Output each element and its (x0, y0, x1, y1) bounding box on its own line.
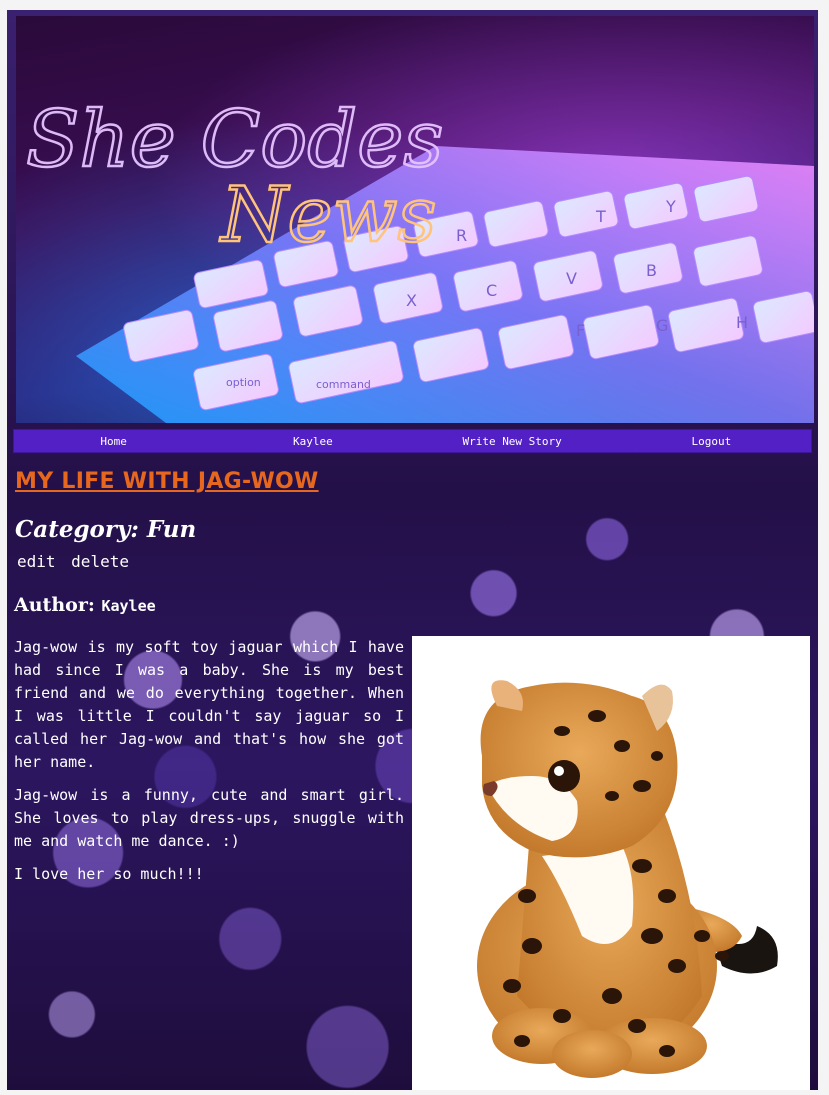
story-category: Category: Fun (15, 516, 197, 543)
key-label: C (486, 281, 497, 300)
key-label: F (576, 321, 585, 340)
key-label: V (566, 269, 577, 288)
story-body: Jag-wow is my soft toy jaguar which I ha… (14, 636, 404, 896)
story-actions: edit delete (17, 552, 135, 571)
author-label: Author: (14, 594, 95, 616)
plush-jaguar-image (477, 680, 778, 1078)
nav-home-link[interactable]: Home (14, 435, 213, 448)
key-label: H (736, 313, 748, 332)
banner-title-line2: News (219, 170, 437, 259)
delete-button[interactable]: delete (71, 552, 129, 571)
story-paragraph: Jag-wow is a funny, cute and smart girl.… (14, 786, 404, 850)
story-author: Author: Kaylee (14, 594, 156, 616)
keyboard-illustration: R T Y X C V B F G H command option She C… (25, 94, 814, 423)
main-nav: Home Kaylee Write New Story Logout (13, 429, 812, 453)
nav-user-link[interactable]: Kaylee (213, 435, 412, 448)
author-name: Kaylee (101, 597, 156, 615)
story-image (412, 636, 810, 1090)
key-label: B (646, 261, 657, 280)
page-background: R T Y X C V B F G H command option She C… (7, 10, 818, 1090)
nav-write-story-link[interactable]: Write New Story (413, 435, 612, 448)
story-paragraph: I love her so much!!! (14, 865, 204, 883)
key-label: T (595, 207, 606, 226)
story-title[interactable]: MY LIFE WITH JAG-WOW (15, 469, 319, 494)
site-banner: R T Y X C V B F G H command option She C… (16, 16, 814, 423)
edit-button[interactable]: edit (17, 552, 56, 571)
key-label: R (456, 226, 467, 245)
nav-logout-link[interactable]: Logout (612, 435, 811, 448)
key-label: command (316, 378, 371, 391)
key-label: option (226, 376, 261, 389)
key-label: Y (665, 197, 676, 216)
key-label: X (406, 291, 417, 310)
story-paragraph: Jag-wow is my soft toy jaguar which I ha… (14, 638, 404, 771)
key-label: G (656, 316, 668, 335)
